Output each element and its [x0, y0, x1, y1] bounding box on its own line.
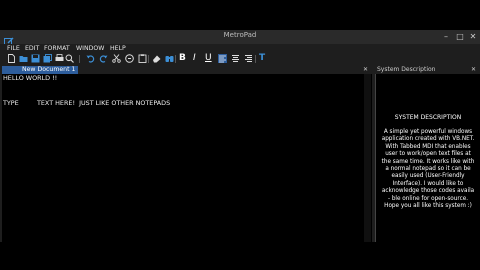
toolbar-divider: [255, 55, 256, 63]
menu-window[interactable]: WINDOW: [76, 44, 104, 53]
align-left-icon[interactable]: [218, 54, 227, 63]
toolbar-divider: [79, 55, 80, 63]
bold-icon[interactable]: B: [179, 54, 188, 63]
description-close-icon[interactable]: ✕: [471, 65, 476, 74]
description-text: A simple yet powerful windows applicatio…: [381, 129, 475, 210]
maximize-button[interactable]: □: [455, 31, 465, 42]
new-file-icon[interactable]: [7, 54, 16, 63]
toolbar: B I U T: [0, 53, 480, 65]
copy-icon[interactable]: [125, 54, 134, 63]
save-all-icon[interactable]: [43, 54, 52, 63]
open-file-icon[interactable]: [19, 54, 28, 63]
window-title: MetroPad: [223, 31, 257, 39]
redo-icon[interactable]: [99, 54, 108, 63]
title-bar: MetroPad – □ ✕: [0, 30, 480, 46]
underline-icon[interactable]: U: [205, 54, 214, 63]
editor-line: HELLO WORLD !!: [3, 74, 58, 82]
menu-edit[interactable]: EDIT: [25, 44, 39, 53]
toolbar-divider: [148, 55, 149, 63]
cut-icon[interactable]: [112, 54, 121, 63]
toolbar-divider: [175, 55, 176, 63]
tab-document-icon: [12, 67, 19, 82]
undo-icon[interactable]: [86, 54, 95, 63]
editor-scrollbar[interactable]: [364, 74, 371, 242]
editor-line: TYPE TEXT HERE! JUST LIKE OTHER NOTEPADS: [3, 99, 171, 107]
eraser-icon[interactable]: [152, 54, 161, 63]
print-icon[interactable]: [55, 54, 64, 63]
save-icon[interactable]: [31, 54, 40, 63]
document-tab-strip: New Document 1 ✕: [0, 65, 372, 82]
paste-icon[interactable]: [138, 54, 147, 63]
tab-new-document-1[interactable]: New Document 1: [2, 66, 78, 82]
menu-file[interactable]: FILE: [7, 44, 20, 53]
align-right-icon[interactable]: [244, 54, 253, 63]
align-center-icon[interactable]: [231, 54, 240, 63]
close-button[interactable]: ✕: [468, 31, 478, 42]
description-pane-header: System Description ✕: [375, 65, 480, 74]
tab-pin-icon[interactable]: [3, 67, 9, 82]
tab-close-icon[interactable]: ✕: [363, 66, 368, 74]
description-pane-title: System Description: [377, 66, 436, 73]
text-editor[interactable]: HELLO WORLD !! TYPE TEXT HERE! JUST LIKE…: [2, 74, 372, 242]
menu-bar: FILE EDIT FORMAT WINDOW HELP: [0, 44, 480, 53]
description-heading: SYSTEM DESCRIPTION: [394, 114, 462, 121]
tab-label: New Document 1: [22, 66, 76, 73]
italic-icon[interactable]: I: [193, 54, 202, 63]
minimize-button[interactable]: –: [441, 31, 451, 42]
menu-help[interactable]: HELP: [110, 44, 126, 53]
text-icon[interactable]: T: [259, 54, 268, 63]
find-icon[interactable]: [165, 54, 174, 63]
description-pane: SYSTEM DESCRIPTION A simple yet powerful…: [375, 74, 480, 242]
menu-format[interactable]: FORMAT: [44, 44, 70, 53]
print-preview-icon[interactable]: [65, 54, 74, 63]
metropad-window: MetroPad – □ ✕ FILE EDIT FORMAT WINDOW H…: [0, 30, 480, 242]
